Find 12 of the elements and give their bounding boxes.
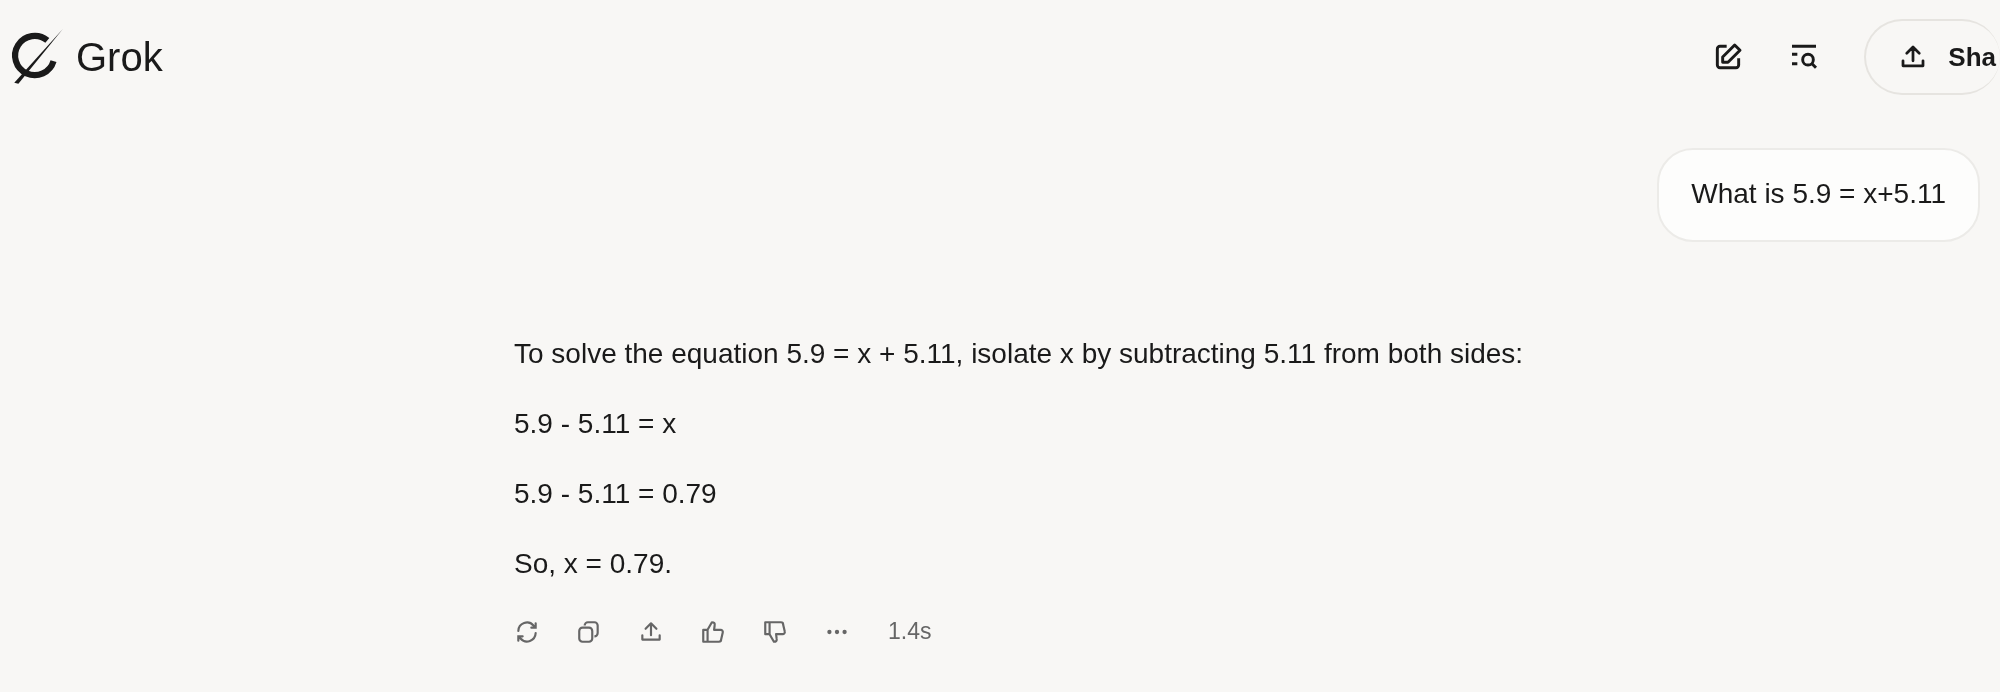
copy-icon[interactable]: [576, 618, 602, 645]
response-paragraph: So, x = 0.79.: [514, 548, 673, 580]
response-paragraph: 5.9 - 5.11 = x: [514, 408, 678, 440]
thumbs-down-icon[interactable]: [762, 618, 788, 645]
response-time: 1.4s: [888, 618, 932, 645]
regenerate-icon[interactable]: [514, 618, 540, 645]
response-paragraph: 5.9 - 5.11 = 0.79: [514, 478, 718, 510]
share-button[interactable]: Sha: [1864, 19, 2000, 95]
thumbs-up-icon[interactable]: [700, 618, 726, 645]
user-message: What is 5.9 = x+5.11: [1657, 148, 1980, 242]
logo-text: Grok: [76, 34, 163, 80]
response-paragraph: To solve the equation 5.9 = x + 5.11, isolate x by subtracting 5.11 from both sides:: [514, 338, 1525, 370]
